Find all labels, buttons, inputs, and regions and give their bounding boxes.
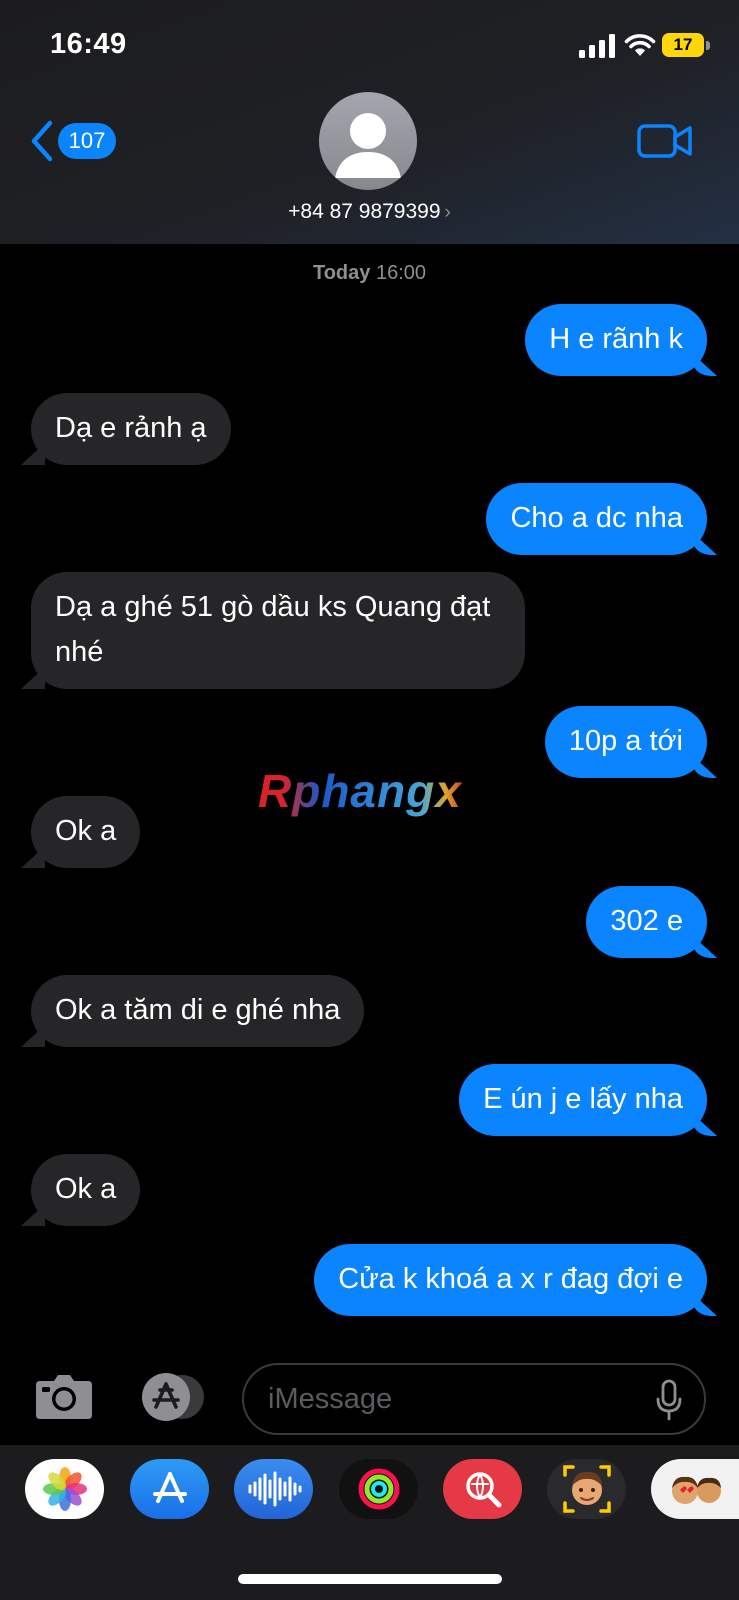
incoming-message[interactable]: Ok a [31,1154,141,1226]
contact-number: +84 87 9879399 [288,200,441,223]
photos-icon [42,1467,87,1511]
chevron-right-icon: › [444,202,451,223]
message-timestamp: Today 16:00 [0,262,739,285]
battery-icon: 17 [662,33,712,57]
memoji-icon [562,1465,611,1513]
unread-count-badge: 107 [58,123,116,159]
incoming-message[interactable]: Ok a tăm di e ghé nha [31,975,365,1047]
contact-name[interactable]: +84 87 9879399 › [0,200,739,224]
app-store-app-button[interactable] [130,1459,209,1519]
wifi-icon [624,34,656,56]
app-store-icon [152,1472,187,1503]
web-images-app-button[interactable] [443,1459,522,1519]
microphone-icon[interactable] [656,1379,682,1421]
conversation-header: 16:49 17 107 +84 87 9879399 › [0,0,739,244]
web-images-icon [465,1472,501,1508]
memoji-stickers-app-button[interactable] [651,1459,739,1519]
battery-level: 17 [662,33,704,57]
facetime-video-icon[interactable] [637,122,693,160]
timestamp-time: 16:00 [375,262,427,284]
back-button[interactable]: 107 [30,118,116,164]
timestamp-day: Today [312,262,371,284]
outgoing-message[interactable]: E ún j e lấy nha [459,1064,707,1136]
audio-message-icon [248,1471,301,1507]
app-store-apps-icon[interactable] [136,1373,208,1421]
home-indicator[interactable] [238,1574,502,1584]
photos-app-button[interactable] [25,1459,104,1519]
message-thread[interactable]: Today 16:00 H e rãnh k Dạ e rảnh ạ Cho a… [0,244,739,1349]
contact-avatar[interactable] [319,92,417,190]
memoji-app-button[interactable] [547,1459,626,1519]
activity-app-button[interactable] [339,1459,418,1519]
outgoing-message[interactable]: 10p a tới [544,706,707,778]
camera-icon[interactable] [34,1373,94,1421]
audio-message-app-button[interactable] [234,1459,313,1519]
outgoing-message[interactable]: Cho a dc nha [486,483,707,555]
status-time: 16:49 [50,28,127,60]
incoming-message[interactable]: Dạ e rảnh ạ [31,393,231,465]
memoji-stickers-icon [672,1476,721,1504]
incoming-message[interactable]: Ok a [31,796,141,868]
imessage-input[interactable] [242,1363,706,1435]
incoming-message[interactable]: Dạ a ghé 51 gò dầu ks Quang đạt nhé [31,572,525,689]
message-composer [0,1349,739,1445]
watermark-logo: Rphangx [258,765,462,817]
outgoing-message[interactable]: Cửa k khoá a x r đag đợi e [314,1244,707,1316]
person-icon [335,113,401,178]
cellular-signal-icon [579,34,615,58]
activity-icon [358,1468,399,1510]
chevron-left-icon [31,120,53,162]
outgoing-message[interactable]: 302 e [586,886,707,958]
outgoing-message[interactable]: H e rãnh k [525,304,707,376]
